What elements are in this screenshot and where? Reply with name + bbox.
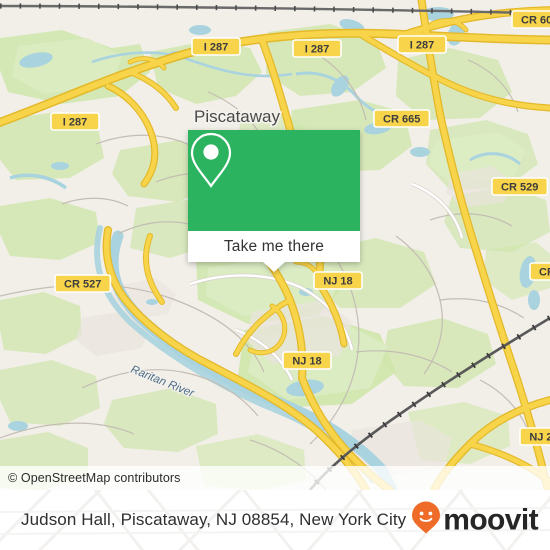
- road-shield: NJ 18: [313, 271, 363, 290]
- road-shield: I 287: [292, 39, 342, 58]
- road-shield-label: NJ 27: [529, 432, 550, 444]
- take-me-there-button[interactable]: Take me there: [188, 231, 360, 272]
- road-shield: I 287: [191, 37, 241, 56]
- road-shield: CR 527: [54, 274, 112, 293]
- road-shield-label: CR 527: [64, 279, 101, 291]
- road-shield: NJ 18: [282, 351, 332, 370]
- road-shield-label: CR 529: [539, 267, 550, 279]
- road-shield: CR 529: [491, 177, 549, 196]
- attribution-text: © OpenStreetMap contributors: [8, 471, 181, 485]
- road-shield: I 287: [50, 112, 100, 131]
- map-canvas[interactable]: Piscataway Raritan River I 287 I 287 I 287…: [0, 0, 550, 490]
- moovit-wordmark: moovit: [443, 503, 538, 536]
- road-shield-label: I 287: [63, 117, 87, 129]
- address-text: Judson Hall, Piscataway, NJ 08854, New Y…: [21, 510, 407, 529]
- popup-image-area: [188, 130, 360, 231]
- road-shield: CR 665: [373, 109, 431, 128]
- road-shield-label: NJ 18: [323, 276, 352, 288]
- place-label-piscataway: Piscataway: [194, 107, 280, 126]
- road-shield-label: CR 529: [501, 182, 538, 194]
- moovit-smiling-pin-icon: [411, 501, 441, 540]
- road-shield: CR 603: [511, 10, 550, 29]
- osm-attribution: © OpenStreetMap contributors: [0, 466, 550, 490]
- road-shield-label: I 287: [305, 44, 329, 56]
- road-shield-label: CR 665: [383, 114, 420, 126]
- footer-bar: Judson Hall, Piscataway, NJ 08854, New Y…: [0, 490, 550, 550]
- road-shield-label: NJ 18: [292, 356, 321, 368]
- road-shield-label: CR 603: [521, 15, 550, 27]
- popup-pointer: [263, 262, 285, 272]
- road-shield-label: I 287: [204, 42, 228, 54]
- moovit-logo[interactable]: moovit: [411, 501, 539, 540]
- road-shield: CR 529: [529, 262, 550, 281]
- road-shield: NJ 27: [519, 427, 550, 446]
- popup-button-label: Take me there: [223, 237, 325, 255]
- map-popup-card[interactable]: Take me there: [188, 130, 360, 272]
- road-shield-label: I 287: [410, 40, 434, 52]
- road-shield: I 287: [397, 35, 447, 54]
- map-screenshot: Piscataway Raritan River I 287 I 287 I 287…: [0, 0, 550, 550]
